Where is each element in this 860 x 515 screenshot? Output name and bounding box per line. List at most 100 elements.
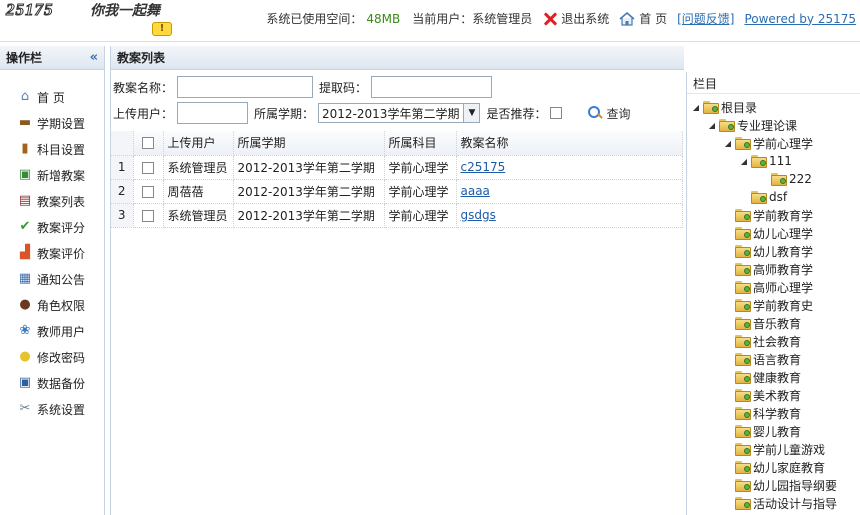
sidebar-item[interactable]: ▮ 科目设置 [0,136,104,162]
tree-node-label: 婴儿教育 [753,424,802,439]
header-toolbar: 系统已使用空间： 48MB 当前用户：系统管理员 退出系统 首 页 [问题反馈] … [256,10,856,27]
lesson-name-link[interactable]: c25175 [461,160,506,174]
tree-node[interactable]: 高师教育学 [687,260,860,278]
tree-node[interactable]: 幼儿园指导纲要 [687,476,860,494]
space-value: 48MB [366,12,401,26]
tree-node[interactable]: 婴儿教育 [687,422,860,440]
disk-icon: ▣ [18,375,32,390]
category-title: 栏目 [687,72,860,94]
folder-icon [735,281,751,294]
tree-node[interactable]: 高师心理学 [687,278,860,296]
column-header-lesson-name[interactable]: 教案名称 [456,131,683,156]
tree-node[interactable]: 幼儿教育学 [687,242,860,260]
sidebar-item[interactable]: ✔ 教案评分 [0,214,104,240]
query-button[interactable]: 查询 [588,105,630,122]
folder-icon [735,209,751,222]
collapse-sidebar-button[interactable]: « [90,46,98,70]
home-button[interactable]: 首 页 [619,10,667,27]
tree-node[interactable]: 社会教育 [687,332,860,350]
sidebar-item-label: 教师用户 [37,324,86,339]
powered-by-link[interactable]: Powered by 25175 [744,12,856,26]
page-title: 教案列表 [117,51,166,65]
folder-icon [735,407,751,420]
cell-subject: 学前心理学 [384,203,457,228]
sidebar-title: 操作栏 [6,51,43,65]
sidebar-item[interactable]: ▣ 数据备份 [0,370,104,396]
table-row[interactable]: 1 系统管理员 2012-2013学年第二学期 学前心理学 c25175 [111,155,683,180]
sidebar-item[interactable]: ● 角色权限 [0,292,104,318]
tree-node[interactable]: ◢ 专业理论课 [687,116,860,134]
tree-node[interactable]: dsf [687,188,860,206]
sidebar-item[interactable]: ▣ 新增教案 [0,162,104,188]
sidebar-item[interactable]: ● 修改密码 [0,344,104,370]
feedback-link[interactable]: [问题反馈] [677,10,734,27]
lesson-name-link[interactable]: gsdgs [461,208,496,222]
recommend-checkbox[interactable] [550,107,563,119]
logout-label: 退出系统 [561,12,610,26]
tree-node[interactable]: 学前教育史 [687,296,860,314]
term-select[interactable]: 2012-2013学年第二学期 ▼ [318,103,481,123]
sidebar-item[interactable]: ▬ 学期设置 [0,110,104,136]
tree-node[interactable]: 音乐教育 [687,314,860,332]
search-row-1: 教案名称： 提取码： [113,76,493,98]
tree-node-label: 语言教育 [753,352,802,367]
tree-node-label: 学前教育史 [753,298,814,313]
lesson-name-input[interactable] [177,76,314,98]
query-label: 查询 [606,106,631,121]
tree-node[interactable]: 幼儿心理学 [687,224,860,242]
logo-code: 25175 [6,0,54,20]
tree-node-label: 高师教育学 [753,262,814,277]
tree-node[interactable]: 学前儿童游戏 [687,440,860,458]
sidebar-item[interactable]: ▤ 教案列表 [0,188,104,214]
sidebar-item[interactable]: ✂ 系统设置 [0,396,104,422]
tree-node[interactable]: ◢ 111 [687,152,860,170]
users-icon: ❀ [19,323,31,338]
expand-toggle-icon[interactable]: ◢ [707,121,717,130]
table-row[interactable]: 3 系统管理员 2012-2013学年第二学期 学前心理学 gsdgs [111,203,683,228]
logout-button[interactable]: 退出系统 [542,10,609,27]
expand-toggle-icon[interactable]: ◢ [691,103,701,112]
tree-node[interactable]: 幼儿家庭教育 [687,458,860,476]
chevron-down-icon: ▼ [463,104,480,122]
home-label: 首 页 [639,12,668,26]
code-input[interactable] [371,76,493,98]
tree-node[interactable]: 语言教育 [687,350,860,368]
tree-node-label: 幼儿心理学 [753,226,814,241]
expand-toggle-icon[interactable]: ◢ [739,157,749,166]
logo-bubble-icon: ! [152,22,172,36]
column-header-uploader[interactable]: 上传用户 [163,131,234,156]
column-header-subject[interactable]: 所属科目 [384,131,457,156]
tree-node[interactable]: 科学教育 [687,404,860,422]
folder-icon [735,461,751,474]
lesson-name-label: 教案名称： [113,80,174,95]
uploader-input[interactable] [177,102,249,124]
row-checkbox-cell [133,203,164,228]
row-checkbox-cell [133,155,164,180]
tree-node[interactable]: ◢ 学前心理学 [687,134,860,152]
column-header-term[interactable]: 所属学期 [233,131,385,156]
tree-node[interactable]: 健康教育 [687,368,860,386]
cell-lesson-name: aaaa [456,179,683,204]
cell-uploader: 周蓓蓓 [163,179,234,204]
table-row[interactable]: 2 周蓓蓓 2012-2013学年第二学期 学前心理学 aaaa [111,179,683,204]
cell-lesson-name: c25175 [456,155,683,180]
sidebar-item[interactable]: ▟ 教案评价 [0,240,104,266]
row-checkbox[interactable] [142,209,154,222]
row-checkbox[interactable] [142,161,154,174]
tree-node[interactable]: ◢ 根目录 [687,98,860,116]
lesson-name-link[interactable]: aaaa [461,184,490,198]
cell-subject: 学前心理学 [384,155,457,180]
check-icon: ✔ [19,219,31,234]
expand-toggle-icon[interactable]: ◢ [723,139,733,148]
book-icon: ▬ [18,115,32,130]
tree-node[interactable]: 222 [687,170,860,188]
tree-node[interactable]: 活动设计与指导 [687,494,860,512]
select-all-checkbox[interactable] [142,137,154,150]
tree-node[interactable]: 学前教育学 [687,206,860,224]
sidebar-item[interactable]: ❀ 教师用户 [0,318,104,344]
row-checkbox[interactable] [142,185,154,198]
sidebar-item[interactable]: ▦ 通知公告 [0,266,104,292]
tree-node[interactable]: 美术教育 [687,386,860,404]
sidebar-item[interactable]: ⌂ 首 页 [0,84,104,110]
sidebar-item-label: 教案评价 [37,246,86,261]
